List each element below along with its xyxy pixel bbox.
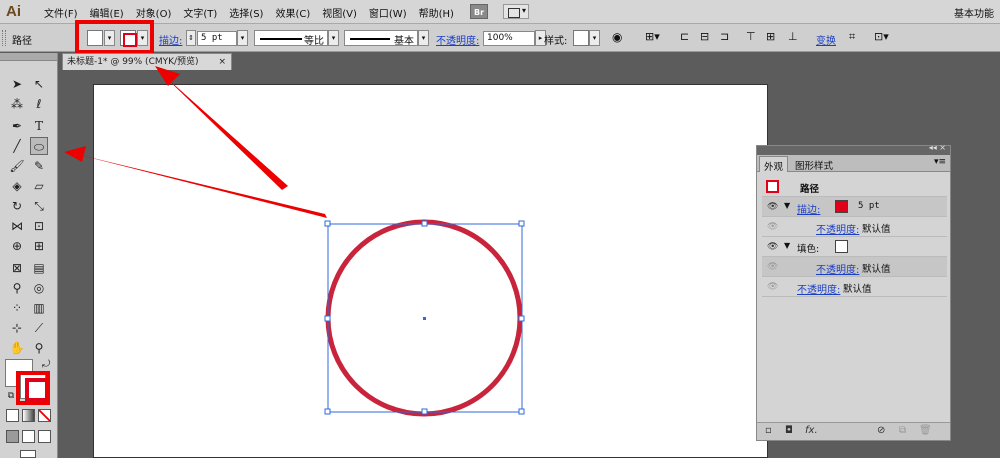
stroke-row[interactable]: 👁 ▼ 描边: 5 pt xyxy=(762,197,947,217)
stroke-opacity-value: 默认值 xyxy=(862,224,891,235)
stroke-row-link[interactable]: 描边: xyxy=(797,201,820,216)
fill-color-swatch[interactable] xyxy=(835,240,848,253)
path-thumbnail-icon xyxy=(766,180,779,193)
tab-graphic-styles[interactable]: 图形样式 xyxy=(791,156,837,172)
add-stroke-icon[interactable]: ▫ xyxy=(765,425,772,436)
stroke-opacity-link[interactable]: 不透明度: xyxy=(816,221,859,236)
appearance-footer: ▫ ◘ fx. ⊘ ⧉ 🗑 xyxy=(757,422,950,440)
clear-appearance-icon[interactable]: ⊘ xyxy=(877,425,885,436)
fill-opacity-link[interactable]: 不透明度: xyxy=(816,261,859,276)
stroke-opacity-row[interactable]: 👁 不透明度: 默认值 xyxy=(762,217,947,237)
fill-label: 填色: xyxy=(797,244,820,255)
eye-icon[interactable]: 👁 xyxy=(767,242,778,252)
panel-menu-icon[interactable]: ▾≡ xyxy=(934,157,946,167)
collapse-icon[interactable]: ◂◂ × xyxy=(929,143,946,152)
fill-opacity-value: 默认值 xyxy=(862,264,891,275)
center-point xyxy=(423,317,426,320)
eye-icon[interactable]: 👁 xyxy=(767,222,778,232)
fx-button[interactable]: fx. xyxy=(805,425,818,436)
object-opacity-row[interactable]: 👁 不透明度: 默认值 xyxy=(762,277,947,297)
eye-icon[interactable]: 👁 xyxy=(767,202,778,212)
fill-opacity-row[interactable]: 👁 不透明度: 默认值 xyxy=(762,257,947,277)
delete-item-icon[interactable]: 🗑 xyxy=(919,425,932,436)
expand-triangle-icon[interactable]: ▼ xyxy=(784,201,790,210)
panel-collapse-bar[interactable]: ◂◂ × xyxy=(757,143,950,155)
object-opacity-link[interactable]: 不透明度: xyxy=(797,281,840,296)
object-opacity-value: 默认值 xyxy=(843,284,872,295)
tab-appearance[interactable]: 外观 xyxy=(759,156,789,173)
eye-icon[interactable]: 👁 xyxy=(767,262,778,272)
appearance-header-row: 路径 xyxy=(762,177,947,197)
fill-row[interactable]: 👁 ▼ 填色: xyxy=(762,237,947,257)
duplicate-item-icon[interactable]: ⧉ xyxy=(899,425,906,436)
stroke-color-swatch[interactable] xyxy=(835,200,848,213)
eye-icon[interactable]: 👁 xyxy=(767,282,778,292)
path-label: 路径 xyxy=(800,184,820,195)
appearance-panel: ◂◂ × 外观 图形样式 ▾≡ 路径 👁 ▼ 描边: 5 pt 👁 不透明度: … xyxy=(756,143,951,441)
add-fill-icon[interactable]: ◘ xyxy=(785,425,793,436)
panel-tabs: 外观 图形样式 ▾≡ xyxy=(757,155,950,173)
expand-triangle-icon[interactable]: ▼ xyxy=(784,241,790,250)
stroke-weight-value[interactable]: 5 pt xyxy=(858,201,880,211)
